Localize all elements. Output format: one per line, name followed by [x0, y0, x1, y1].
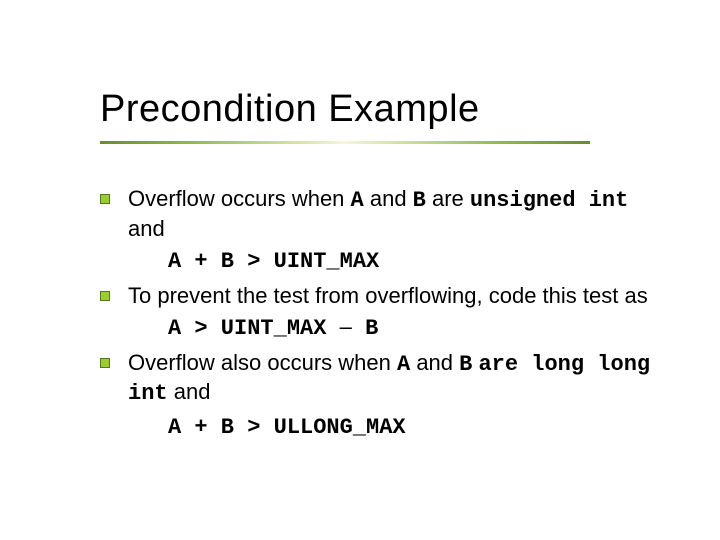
bullet-item-2: To prevent the test from overflowing, co…: [100, 282, 665, 310]
text: and: [128, 216, 165, 241]
code-line-1: A + B > UINT_MAX: [100, 246, 665, 276]
code-line-3: A + B > ULLONG_MAX: [100, 412, 665, 442]
text: and: [364, 186, 413, 211]
text: and: [410, 350, 459, 375]
title-block: Precondition Example: [100, 88, 660, 144]
bullet-marker-icon: [100, 358, 110, 368]
code: B: [459, 352, 472, 377]
code: B: [352, 316, 378, 341]
bullet-item-3: Overflow also occurs when A and B are lo…: [100, 349, 665, 408]
text: To prevent the test from overflowing, co…: [128, 283, 648, 308]
title-underline: [100, 141, 590, 144]
code: B: [413, 188, 426, 213]
text: and: [168, 379, 211, 404]
code: A: [351, 188, 364, 213]
bullet-marker-icon: [100, 291, 110, 301]
code: A + B > ULLONG_MAX: [168, 415, 406, 440]
bullet-item-1: Overflow occurs when A and B are unsigne…: [100, 185, 665, 242]
code: A > UINT_MAX: [168, 316, 340, 341]
code: A + B > UINT_MAX: [168, 249, 379, 274]
bullet-marker-icon: [100, 194, 110, 204]
code: A: [397, 352, 410, 377]
code-line-2: A > UINT_MAX – B: [100, 313, 665, 343]
text: Overflow also occurs when: [128, 350, 397, 375]
code: unsigned int: [470, 188, 628, 213]
text: are: [426, 186, 470, 211]
body-content: Overflow occurs when A and B are unsigne…: [100, 185, 665, 447]
minus-sign: –: [340, 314, 352, 339]
slide-title: Precondition Example: [100, 88, 660, 131]
text: Overflow occurs when: [128, 186, 351, 211]
